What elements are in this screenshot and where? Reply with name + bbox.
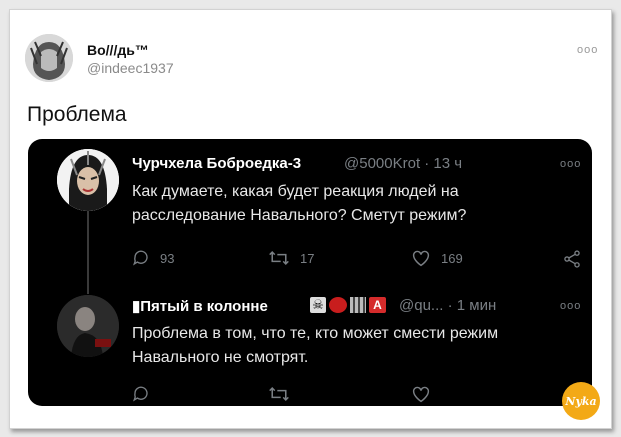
author-name[interactable]: Во///дь™ [87,42,149,58]
tweet2-text: Проблема в том, что те, кто может смести… [132,325,499,366]
tweet2-more-icon[interactable]: ooo [560,300,581,312]
tweet1-text: Как думаете, какая будет реакция людей н… [132,183,467,224]
tweet1-avatar[interactable] [57,149,119,211]
more-options-icon[interactable]: ooo [577,44,598,56]
tweet1-like-button[interactable]: 169 [411,249,463,267]
tweet1-meta[interactable]: @5000Krot · 13 ч [344,155,462,172]
tweet2-retweet-button[interactable] [268,385,300,403]
letter-a-icon: A [369,297,386,313]
tweet1-more-icon[interactable]: ooo [560,158,581,170]
tweet1-like-count: 169 [441,250,463,266]
tweet1-retweet-button[interactable]: 17 [268,249,314,267]
quoted-thread[interactable]: Чурчхела Боброедка-3 @5000Krot · 13 ч oo… [28,139,592,406]
tweet2-like-button[interactable] [411,385,441,403]
reply-icon [133,250,148,266]
reply-icon [133,386,148,402]
tweet1-author-name[interactable]: Чурчхела Боброедка-3 [132,155,301,172]
heart-icon [412,386,430,403]
author-avatar[interactable] [25,34,73,82]
skull-crossbones-icon: ☠ [310,297,326,313]
tweet2-emoji-badges: ☠ A [310,297,386,313]
tweet-text: Проблема [27,103,127,126]
tweet2-author-name[interactable]: ▮Пятый в колонне [132,297,268,315]
share-icon [564,250,580,268]
drum-icon [329,297,347,313]
author-handle[interactable]: @indeec1937 [87,60,174,76]
heart-icon [412,250,430,267]
tweet1-retweet-count: 17 [300,250,315,266]
tweet1-reply-button[interactable]: 93 [132,249,174,267]
retweet-icon [269,386,289,402]
tweet2-reply-button[interactable] [132,385,160,403]
tweet2-avatar[interactable] [57,295,119,357]
tweet1-reply-count: 93 [160,250,175,266]
watermark-logo: Nyka [562,382,600,420]
tweet-card: Во///дь™ @indeec1937 ooo Проблема Чурчхе… [9,9,612,429]
thread-connector [87,199,89,294]
retweet-icon [269,250,289,266]
tweet2-meta[interactable]: @qu... · 1 мин [399,297,496,314]
film-icon [350,297,366,313]
tweet1-share-button[interactable] [562,249,592,269]
